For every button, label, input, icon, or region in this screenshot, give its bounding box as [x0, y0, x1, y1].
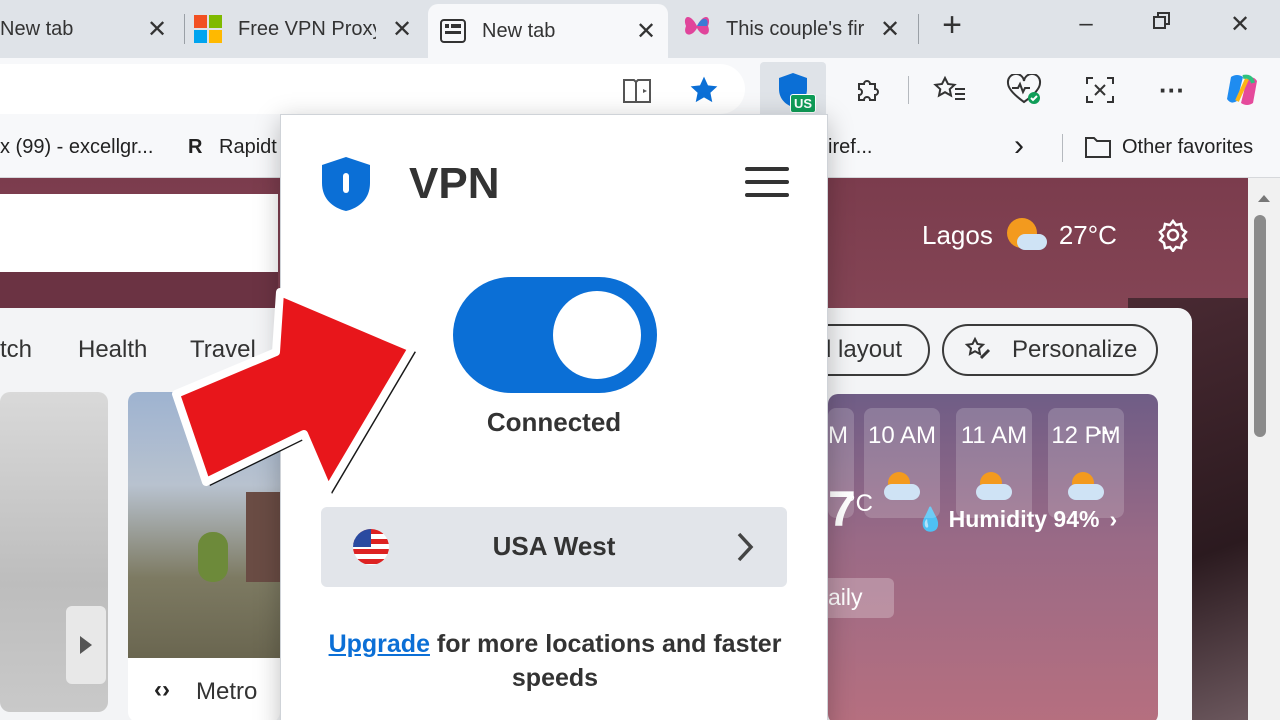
tab-4[interactable]: This couple's fir ✕ [672, 4, 912, 54]
personalize-icon [964, 336, 991, 360]
reader-icon[interactable] [620, 74, 654, 108]
layout-label: d layout [818, 336, 903, 363]
microsoft-logo-icon [194, 15, 222, 43]
more-menu-button[interactable]: ··· [1150, 72, 1194, 108]
close-icon[interactable]: ✕ [878, 15, 902, 44]
tab-strip: New tab ✕ Free VPN Proxy ✕ New tab ✕ Thi… [0, 0, 1280, 58]
tab-title: New tab [482, 19, 556, 42]
toggle-knob [553, 291, 641, 379]
location-selector[interactable]: USA West [321, 507, 787, 587]
new-tab-button[interactable]: + [932, 6, 972, 45]
daily-tab-label: aily [828, 584, 863, 610]
favorite-star-icon[interactable] [686, 72, 722, 108]
hour-label: 12 PM [1051, 422, 1121, 449]
play-icon[interactable] [66, 606, 106, 684]
red-arrow-annotation [172, 288, 416, 494]
scroll-up-icon[interactable] [1256, 192, 1272, 204]
tab-3[interactable]: New tab ✕ [428, 4, 668, 58]
metro-logo-icon: ‹› [154, 676, 170, 703]
favorites-icon[interactable] [930, 72, 970, 108]
hour-label: 11 AM [960, 422, 1028, 449]
screenshot-icon[interactable] [1080, 72, 1120, 108]
folder-icon [1084, 134, 1112, 166]
other-favorites[interactable]: Other favorites [1122, 136, 1253, 159]
news-image-tile[interactable] [0, 392, 108, 712]
personalize-label: Personalize [1012, 336, 1138, 363]
hour-card: 12 PM [1048, 408, 1124, 518]
favorite-item[interactable]: iref... [828, 136, 872, 159]
toolbar: US ··· [0, 58, 1280, 120]
settings-gear-icon[interactable] [1156, 218, 1190, 257]
partly-cloudy-icon [1068, 472, 1104, 500]
upgrade-link[interactable]: Upgrade [329, 630, 430, 658]
chevron-right-icon [737, 532, 754, 562]
restore-button[interactable] [1142, 10, 1182, 38]
extensions-icon[interactable] [850, 72, 886, 108]
search-box[interactable] [0, 194, 278, 272]
hour-label: M [828, 422, 848, 449]
close-icon[interactable]: ✕ [634, 17, 658, 46]
hour-card: M [828, 408, 854, 518]
partly-cloudy-icon [1005, 216, 1047, 254]
location-name: USA West [492, 531, 616, 561]
partly-cloudy-icon [976, 472, 1012, 500]
scrollbar-thumb[interactable] [1254, 215, 1266, 437]
favorite-item[interactable]: Rapidt [219, 136, 277, 159]
daily-tab[interactable]: aily [828, 578, 894, 618]
news-source: Metro [196, 678, 258, 705]
tab-title: New tab [0, 17, 74, 40]
tab-title: This couple's fir [726, 17, 865, 40]
weather-temp: 27°C [1058, 219, 1117, 250]
minimize-button[interactable]: – [1066, 10, 1106, 38]
partly-cloudy-icon [884, 472, 920, 500]
hour-card: 10 AM [864, 408, 940, 518]
new-tab-icon [440, 19, 466, 43]
close-icon[interactable]: ✕ [145, 15, 169, 44]
favorite-item[interactable]: x (99) - excellgr... [0, 136, 153, 159]
upgrade-description: for more locations and faster speeds [429, 630, 782, 692]
nav-item[interactable]: tch [0, 336, 32, 364]
close-icon[interactable]: ✕ [390, 15, 414, 44]
butterfly-icon [682, 12, 712, 46]
tab-title: Free VPN Proxy [238, 17, 376, 40]
copilot-icon[interactable] [1222, 70, 1262, 110]
menu-icon[interactable] [745, 165, 789, 204]
rapidtables-icon: R [188, 136, 203, 158]
vpn-shield-icon [319, 155, 373, 218]
close-window-button[interactable]: ✕ [1220, 10, 1260, 39]
hour-card: 11 AM [956, 408, 1032, 518]
nav-item[interactable]: Health [78, 336, 147, 364]
chevron-right-icon[interactable]: › [1014, 129, 1024, 163]
health-icon[interactable] [1004, 72, 1044, 108]
upgrade-message: Upgrade for more locations and faster sp… [317, 627, 793, 695]
vpn-extension-button[interactable]: US [760, 62, 826, 118]
vpn-region-badge: US [790, 94, 817, 113]
hour-label: 10 AM [867, 422, 937, 449]
personalize-button[interactable]: Personalize [942, 324, 1158, 376]
vpn-title: VPN [409, 159, 500, 208]
weather-city: Lagos [922, 219, 993, 250]
tab-1[interactable]: New tab ✕ [0, 4, 180, 54]
vpn-connection-toggle[interactable] [453, 277, 657, 393]
weather-widget[interactable]: Lagos 27°C [922, 216, 1117, 254]
tab-2[interactable]: Free VPN Proxy ✕ [186, 4, 422, 54]
